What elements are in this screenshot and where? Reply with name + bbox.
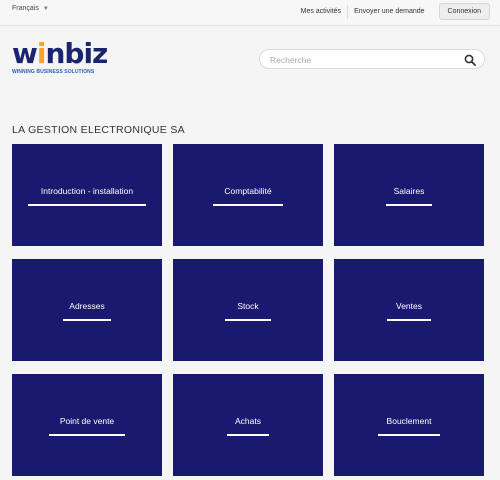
category-label: Comptabilité [224, 186, 272, 196]
search-box [259, 49, 485, 69]
category-tile-ventes[interactable]: Ventes [334, 259, 484, 361]
category-tile-salaires[interactable]: Salaires [334, 144, 484, 246]
category-label: Introduction - installation [40, 186, 134, 196]
category-tile-introduction[interactable]: Introduction - installation [12, 144, 162, 246]
underline [63, 319, 111, 321]
category-label: Salaires [393, 186, 425, 196]
logo[interactable]: winbiz WINNING BUSINESS SOLUTIONS [12, 37, 108, 80]
category-label: Point de vente [59, 416, 115, 426]
category-tile-achats[interactable]: Achats [173, 374, 323, 476]
underline [28, 204, 146, 206]
category-label: Stock [237, 301, 259, 311]
category-tile-comptabilite[interactable]: Comptabilité [173, 144, 323, 246]
my-activities-link[interactable]: Mes activités [295, 6, 347, 18]
category-tile-stock[interactable]: Stock [173, 259, 323, 361]
category-label: Achats [235, 416, 261, 426]
category-label: Bouclement [386, 416, 432, 426]
submit-request-link[interactable]: Envoyer une demande [348, 6, 430, 18]
category-tile-point-de-vente[interactable]: Point de vente [12, 374, 162, 476]
underline [227, 434, 269, 436]
underline [378, 434, 440, 436]
chevron-down-icon: ▼ [42, 5, 49, 12]
language-label: Français [12, 5, 39, 12]
category-tile-adresses[interactable]: Adresses [12, 259, 162, 361]
underline [386, 204, 432, 206]
category-grid: Introduction - installation Comptabilité… [12, 144, 484, 476]
page-title: LA GESTION ELECTRONIQUE SA [12, 124, 185, 136]
category-tile-bouclement[interactable]: Bouclement [334, 374, 484, 476]
underline [213, 204, 283, 206]
search-input[interactable] [270, 52, 460, 67]
top-bar: Français ▼ Mes activités Envoyer une dem… [0, 0, 500, 26]
logo-tagline: WINNING BUSINESS SOLUTIONS [12, 69, 95, 75]
logo-wordmark: winbiz [12, 37, 108, 70]
search-icon[interactable] [464, 54, 476, 66]
underline [49, 434, 125, 436]
underline [387, 319, 431, 321]
category-label: Adresses [69, 301, 105, 311]
top-links: Mes activités Envoyer une demande Connex… [295, 3, 490, 20]
login-button[interactable]: Connexion [438, 3, 490, 20]
underline [225, 319, 271, 321]
language-selector[interactable]: Français ▼ [12, 5, 49, 12]
category-label: Ventes [396, 301, 422, 311]
